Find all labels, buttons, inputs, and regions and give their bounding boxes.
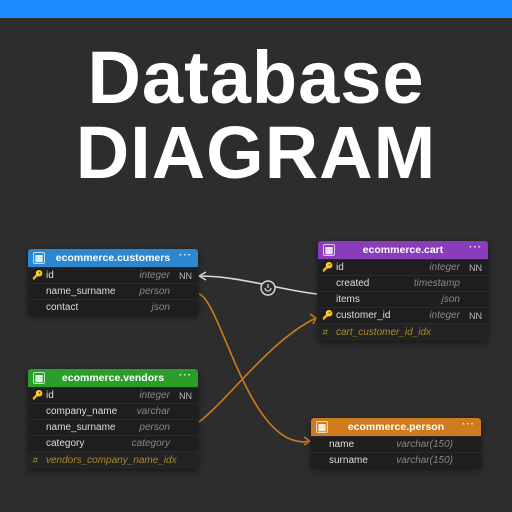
- fk-icon: 🔑: [322, 310, 336, 321]
- table-icon: ▦: [316, 421, 328, 433]
- table-header-vendors[interactable]: ▦ ecommerce.vendors ···: [28, 369, 198, 387]
- table-icon: ▦: [33, 252, 45, 264]
- column-row[interactable]: name_surname person: [28, 419, 198, 435]
- index-name: cart_customer_id_idx: [336, 327, 431, 338]
- index-icon: ⌗: [32, 455, 46, 466]
- column-type: varchar(150): [396, 439, 457, 450]
- column-name: contact: [46, 302, 152, 313]
- table-icon: ▦: [323, 244, 335, 256]
- top-bar: [0, 0, 512, 18]
- table-customers[interactable]: ▦ ecommerce.customers ··· 🔑 id integer N…: [28, 249, 198, 315]
- index-row[interactable]: ⌗ cart_customer_id_idx: [318, 323, 488, 341]
- column-nn: NN: [464, 311, 482, 321]
- column-type: integer: [139, 390, 174, 401]
- pk-icon: 🔑: [32, 390, 46, 401]
- column-row[interactable]: name varchar(150): [311, 436, 481, 452]
- column-name: category: [46, 438, 132, 449]
- column-row[interactable]: created timestamp: [318, 275, 488, 291]
- column-type: person: [139, 286, 174, 297]
- table-title: ecommerce.cart: [363, 244, 444, 256]
- column-type: json: [442, 294, 464, 305]
- dots-icon[interactable]: ···: [469, 242, 482, 253]
- table-title: ecommerce.person: [348, 421, 444, 433]
- column-name: id: [46, 270, 139, 281]
- column-type: integer: [429, 310, 464, 321]
- table-header-cart[interactable]: ▦ ecommerce.cart ···: [318, 241, 488, 259]
- title-block: Database DIAGRAM: [0, 18, 512, 205]
- column-type: integer: [139, 270, 174, 281]
- table-header-customers[interactable]: ▦ ecommerce.customers ···: [28, 249, 198, 267]
- column-row[interactable]: category category: [28, 435, 198, 451]
- table-header-person[interactable]: ▦ ecommerce.person ···: [311, 418, 481, 436]
- column-type: integer: [429, 262, 464, 273]
- column-name: customer_id: [336, 310, 429, 321]
- dots-icon[interactable]: ···: [179, 370, 192, 381]
- title-line-1: Database: [0, 40, 512, 115]
- pk-icon: 🔑: [322, 262, 336, 273]
- pk-icon: 🔑: [32, 270, 46, 281]
- column-name: id: [46, 390, 139, 401]
- table-person[interactable]: ▦ ecommerce.person ··· name varchar(150)…: [311, 418, 481, 468]
- dots-icon[interactable]: ···: [462, 419, 475, 430]
- column-type: timestamp: [414, 278, 464, 289]
- column-name: surname: [329, 455, 396, 466]
- table-title: ecommerce.vendors: [62, 372, 164, 384]
- table-vendors[interactable]: ▦ ecommerce.vendors ··· 🔑 id integer NN …: [28, 369, 198, 469]
- column-row[interactable]: contact json: [28, 299, 198, 315]
- column-type: person: [139, 422, 174, 433]
- column-row[interactable]: surname varchar(150): [311, 452, 481, 468]
- column-nn: NN: [174, 391, 192, 401]
- column-type: category: [132, 438, 174, 449]
- column-name: name_surname: [46, 422, 139, 433]
- column-name: name_surname: [46, 286, 139, 297]
- table-icon: ▦: [33, 372, 45, 384]
- column-type: json: [152, 302, 174, 313]
- column-type: varchar: [137, 406, 174, 417]
- table-cart[interactable]: ▦ ecommerce.cart ··· 🔑 id integer NN cre…: [318, 241, 488, 341]
- column-row[interactable]: items json: [318, 291, 488, 307]
- column-name: items: [336, 294, 442, 305]
- column-name: name: [329, 439, 396, 450]
- column-nn: NN: [174, 271, 192, 281]
- index-row[interactable]: ⌗ vendors_company_name_idx: [28, 451, 198, 469]
- column-name: id: [336, 262, 429, 273]
- column-name: created: [336, 278, 414, 289]
- column-row[interactable]: company_name varchar: [28, 403, 198, 419]
- index-icon: ⌗: [322, 327, 336, 338]
- column-nn: NN: [464, 263, 482, 273]
- column-row[interactable]: name_surname person: [28, 283, 198, 299]
- dots-icon[interactable]: ···: [179, 250, 192, 261]
- column-row[interactable]: 🔑 id integer NN: [318, 259, 488, 275]
- column-row[interactable]: 🔑 customer_id integer NN: [318, 307, 488, 323]
- column-type: varchar(150): [396, 455, 457, 466]
- column-row[interactable]: 🔑 id integer NN: [28, 387, 198, 403]
- index-name: vendors_company_name_idx: [46, 455, 177, 466]
- column-row[interactable]: 🔑 id integer NN: [28, 267, 198, 283]
- column-name: company_name: [46, 406, 137, 417]
- table-title: ecommerce.customers: [56, 252, 170, 264]
- title-line-2: DIAGRAM: [0, 115, 512, 190]
